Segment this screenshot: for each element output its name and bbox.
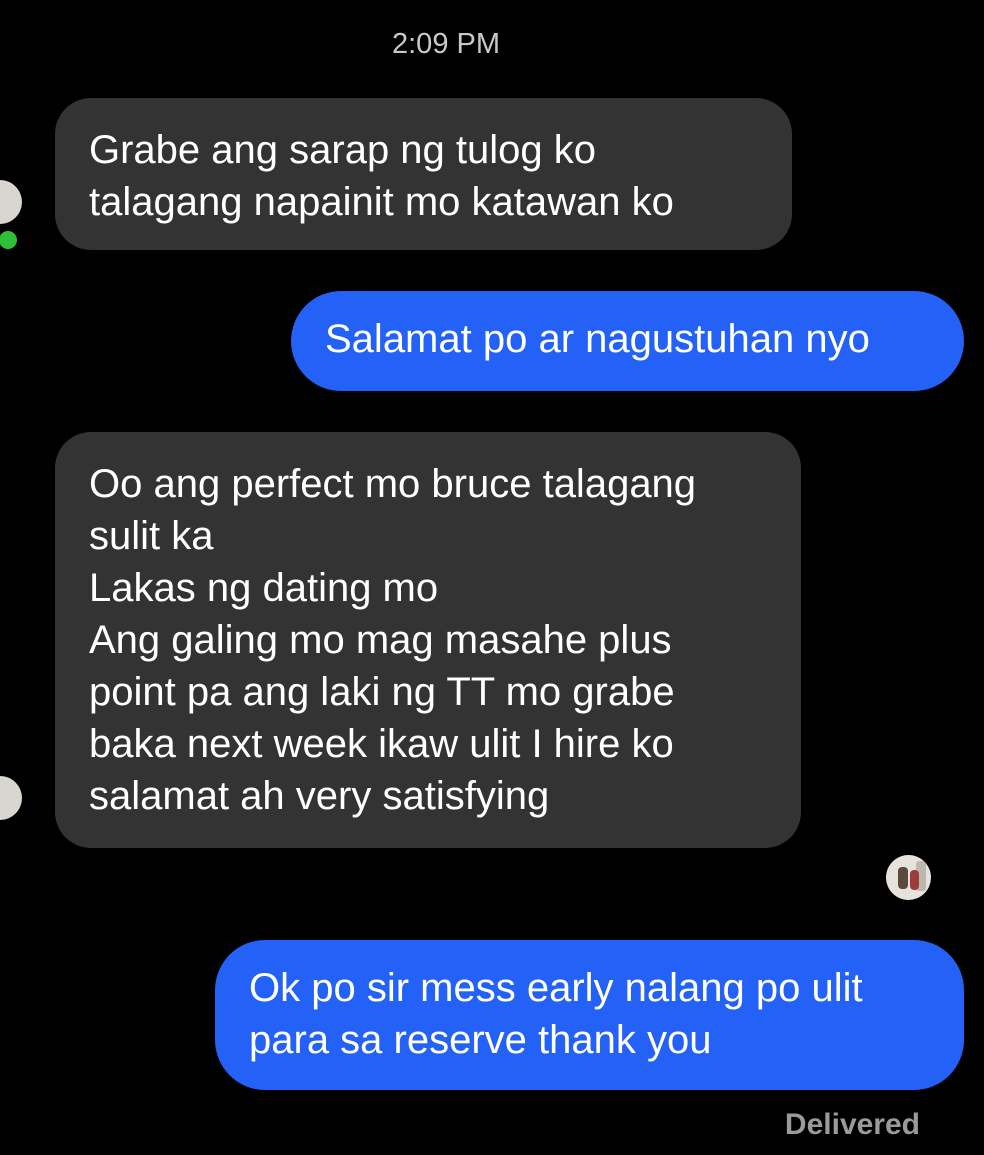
message-incoming[interactable]: Oo ang perfect mo bruce talagang sulit k…: [55, 432, 801, 848]
message-outgoing[interactable]: Ok po sir mess early nalang po ulit para…: [215, 940, 964, 1090]
delivery-status: Delivered: [784, 1108, 920, 1141]
message-line: talagang napainit mo katawan ko: [89, 180, 674, 224]
message-line: Lakas ng dating mo: [89, 566, 439, 610]
message-line: Ang galing mo mag masahe plus: [89, 618, 672, 662]
message-outgoing[interactable]: Salamat po ar nagustuhan nyo: [291, 291, 964, 391]
seen-avatar-icon: [886, 855, 931, 900]
message-line: point pa ang laki ng TT mo grabe: [89, 670, 675, 714]
chat-timestamp: 2:09 PM: [392, 28, 500, 60]
contact-avatar-icon[interactable]: [0, 180, 22, 224]
contact-avatar-icon[interactable]: [0, 776, 22, 820]
message-line: sulit ka: [89, 514, 214, 558]
message-line: salamat ah very satisfying: [89, 774, 550, 818]
online-dot-icon: [0, 228, 20, 252]
message-line: Salamat po ar nagustuhan nyo: [325, 317, 870, 361]
message-line: Grabe ang sarap ng tulog ko: [89, 128, 597, 172]
message-line: para sa reserve thank you: [249, 1018, 712, 1062]
message-incoming[interactable]: Grabe ang sarap ng tulog ko talagang nap…: [55, 98, 792, 250]
message-line: Ok po sir mess early nalang po ulit: [249, 966, 863, 1010]
message-line: baka next week ikaw ulit I hire ko: [89, 722, 674, 766]
message-line: Oo ang perfect mo bruce talagang: [89, 462, 697, 506]
